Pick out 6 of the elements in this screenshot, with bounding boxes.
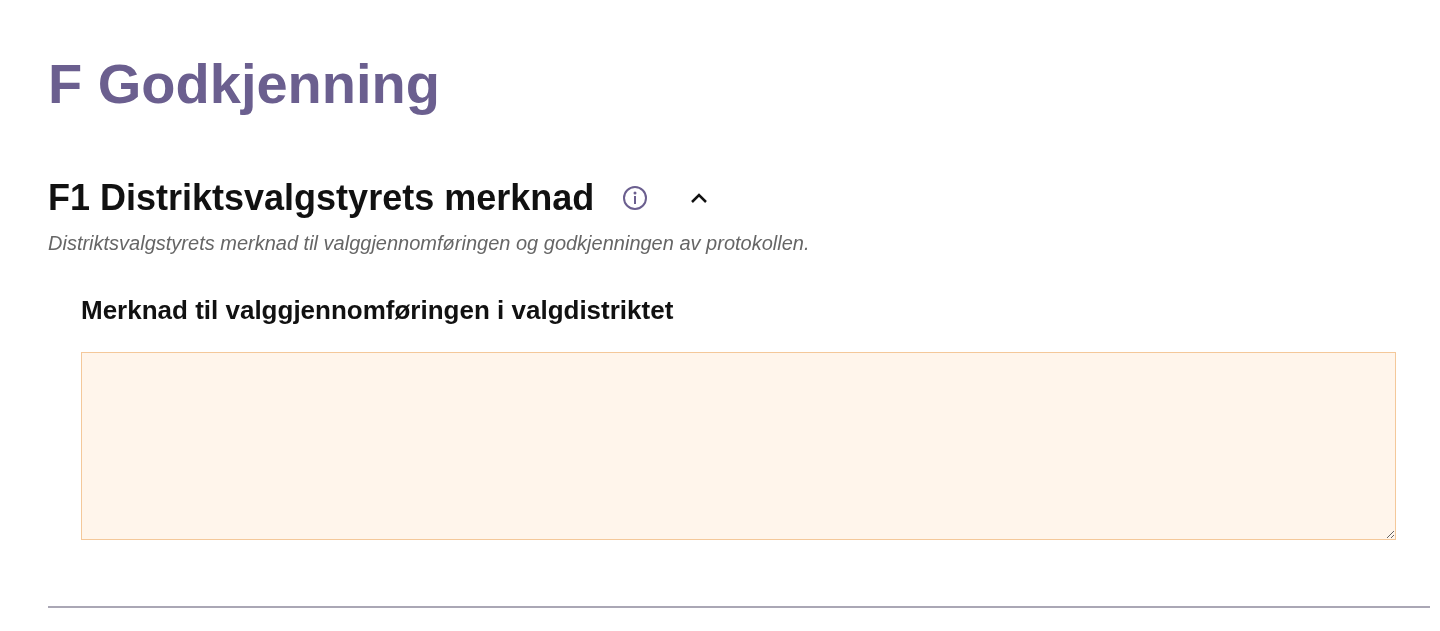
page-title: F Godkjenning bbox=[48, 51, 440, 117]
field-label: Merknad til valggjennomføringen i valgdistriktet bbox=[81, 294, 674, 326]
section-description: Distriktsvalgstyrets merknad til valggjennomføringen og godkjenningen av protokollen. bbox=[48, 231, 810, 256]
info-icon[interactable] bbox=[622, 185, 649, 211]
section-title: F1 Distriktsvalgstyrets merknad bbox=[48, 176, 595, 220]
remark-field[interactable] bbox=[81, 352, 1396, 540]
